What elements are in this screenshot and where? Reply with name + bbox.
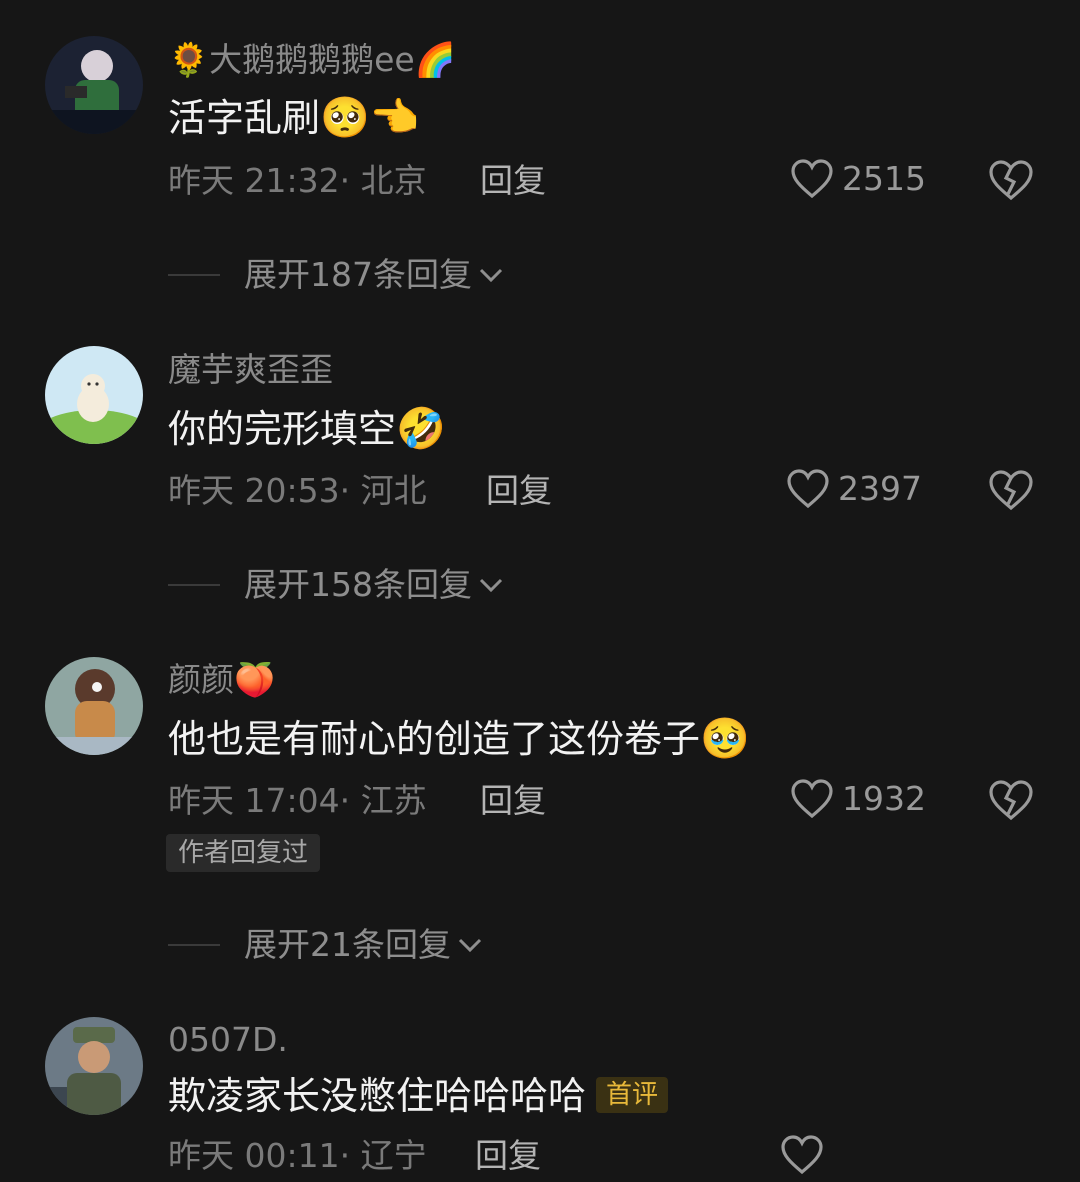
avatar[interactable] — [45, 36, 143, 134]
heart-outline-icon — [787, 469, 829, 509]
reply-button[interactable]: 回复 — [486, 471, 552, 511]
comment-text: 你的完形填空🤣 — [168, 405, 446, 453]
divider — [168, 274, 220, 276]
comment-text-emojis: 🤣 — [396, 406, 446, 452]
avatar[interactable] — [45, 657, 143, 755]
expand-replies[interactable]: 展开158条回复 — [168, 565, 506, 605]
heart-outline-icon — [781, 1135, 823, 1175]
broken-heart-icon — [989, 160, 1033, 201]
comment-text-emojis: 🥹 — [700, 716, 750, 762]
comment-text-body: 活字乱刷 — [168, 96, 321, 140]
heart-outline-icon — [791, 779, 833, 819]
like-button[interactable]: 1932 — [790, 778, 926, 820]
expand-replies-label: 展开158条回复 — [244, 565, 472, 604]
expand-replies-label: 展开21条回复 — [244, 925, 451, 964]
comment-text-body: 你的完形填空 — [168, 407, 397, 451]
like-count: 2515 — [842, 159, 926, 198]
comment-text-body: 欺凌家长没憋住哈哈哈哈 — [168, 1074, 587, 1118]
expand-replies-label: 展开187条回复 — [244, 255, 472, 294]
comment-text: 欺凌家长没憋住哈哈哈哈 首评 — [168, 1072, 669, 1120]
like-count: 1932 — [842, 779, 926, 818]
chevron-down-icon — [479, 578, 503, 593]
author-replied-badge: 作者回复过 — [166, 834, 321, 872]
comment-username[interactable]: 魔芋爽歪歪 — [168, 350, 333, 390]
like-count: 2397 — [838, 469, 922, 508]
chevron-down-icon — [458, 938, 482, 953]
first-comment-badge: 首评 — [596, 1076, 669, 1113]
broken-heart-icon — [989, 780, 1033, 821]
like-button[interactable]: 2397 — [786, 468, 922, 510]
broken-heart-icon — [989, 470, 1033, 511]
expand-replies[interactable]: 展开21条回复 — [168, 925, 485, 965]
dislike-button[interactable] — [988, 158, 1034, 202]
dislike-button[interactable] — [988, 778, 1034, 822]
expand-replies[interactable]: 展开187条回复 — [168, 255, 506, 295]
comment-text-body: 他也是有耐心的创造了这份卷子 — [168, 717, 701, 761]
chevron-down-icon — [479, 268, 503, 283]
divider — [168, 944, 220, 946]
comment-meta: 昨天 00:11· 辽宁 — [168, 1136, 427, 1175]
comment-text: 他也是有耐心的创造了这份卷子🥹 — [168, 715, 750, 763]
like-button[interactable] — [780, 1134, 832, 1176]
heart-outline-icon — [791, 159, 833, 199]
comment-meta: 昨天 21:32· 北京 — [168, 161, 427, 200]
comment-username[interactable]: 颜颜🍑 — [168, 660, 275, 700]
comment-text: 活字乱刷🥺👈 — [168, 94, 420, 142]
comment-username[interactable]: 🌻大鹅鹅鹅鹅ee🌈 — [168, 40, 456, 80]
avatar[interactable] — [45, 346, 143, 444]
avatar[interactable] — [45, 1017, 143, 1115]
comment-meta: 昨天 17:04· 江苏 — [168, 781, 427, 820]
like-button[interactable]: 2515 — [790, 158, 926, 200]
comment-text-emojis: 🥺👈 — [320, 95, 420, 141]
comment-username[interactable]: 0507D. — [168, 1020, 288, 1060]
comment-meta: 昨天 20:53· 河北 — [168, 471, 427, 510]
dislike-button[interactable] — [988, 468, 1034, 512]
reply-button[interactable]: 回复 — [480, 161, 546, 201]
reply-button[interactable]: 回复 — [480, 781, 546, 821]
reply-button[interactable]: 回复 — [475, 1136, 541, 1176]
divider — [168, 584, 220, 586]
